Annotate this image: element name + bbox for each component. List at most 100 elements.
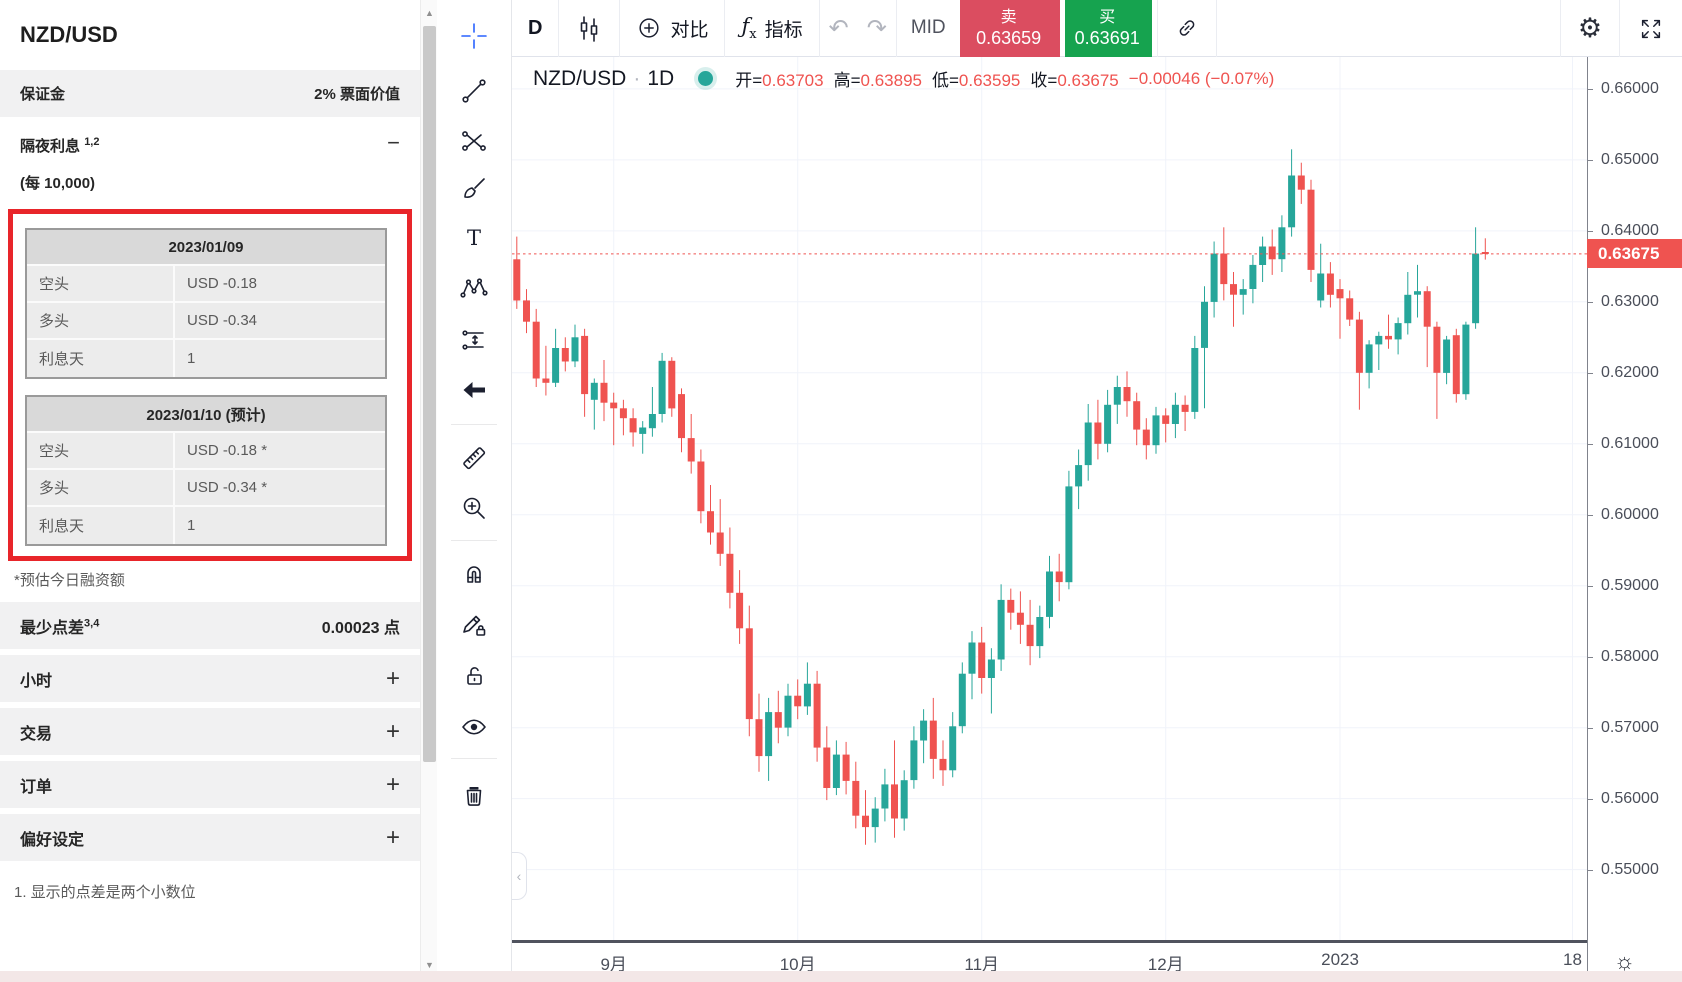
scrollbar-thumb[interactable] xyxy=(423,26,436,762)
row-label: 利息天 xyxy=(27,507,175,544)
sell-button[interactable]: 卖 0.63659 xyxy=(960,0,1060,57)
price-tick: 0.63000 xyxy=(1588,293,1682,311)
scroll-down-icon[interactable]: ▼ xyxy=(421,960,438,970)
indicators-button[interactable]: ƒx 指标 xyxy=(725,0,818,57)
tool-brush[interactable] xyxy=(451,165,497,211)
legend-interval: 1D xyxy=(647,67,674,91)
tool-lock-all[interactable] xyxy=(451,653,497,699)
tool-magnet[interactable] xyxy=(451,550,497,596)
legend-high: 高=0.63895 xyxy=(834,66,922,91)
price-tick: 0.57000 xyxy=(1588,719,1682,737)
min-spread-label: 最少点差3,4 xyxy=(20,614,99,638)
chart-legend: NZD/USD · 1D 开=0.63703 高=0.63895 低=0.635… xyxy=(533,66,1284,91)
price-tick: 0.55000 xyxy=(1588,861,1682,879)
tool-hide-all[interactable] xyxy=(451,704,497,750)
fullscreen-button[interactable] xyxy=(1620,0,1682,57)
toolbar-collapse-tab[interactable]: ‹ xyxy=(512,852,527,900)
fx-icon: ƒx xyxy=(741,14,756,42)
price-tick: 0.60000 xyxy=(1588,506,1682,524)
bottom-partial-row xyxy=(0,971,1682,982)
price-tick: 0.61000 xyxy=(1588,435,1682,453)
trend-line-icon xyxy=(460,77,488,105)
indicators-label: 指标 xyxy=(765,15,803,42)
redo-icon[interactable]: ↷ xyxy=(858,14,896,43)
price-tick: 0.62000 xyxy=(1588,364,1682,382)
magnet-icon xyxy=(460,559,488,587)
chart-plot-area[interactable] xyxy=(512,57,1587,942)
tool-drawing-mode-lock[interactable] xyxy=(451,602,497,648)
row-value: 1 xyxy=(175,507,385,544)
time-axis-line xyxy=(512,940,1587,943)
link-button[interactable] xyxy=(1158,0,1216,57)
section-orders[interactable]: 订单 + xyxy=(0,761,420,808)
tool-zoom-in[interactable] xyxy=(451,485,497,531)
text-tool-icon: T xyxy=(460,224,488,252)
row-label: 利息天 xyxy=(27,340,175,377)
price-tick: 0.65000 xyxy=(1588,151,1682,169)
drawing-toolbar: T xyxy=(437,0,512,982)
plus-circle-icon xyxy=(636,15,662,41)
trading-app: NZD/USD 保证金 2% 票面价值 隔夜利息 1,2 − (每 10,000… xyxy=(0,0,1682,982)
compare-label: 对比 xyxy=(670,15,708,42)
forecast-icon xyxy=(460,326,488,354)
overnight-collapse-button[interactable]: − xyxy=(387,135,400,151)
compare-button[interactable]: 对比 xyxy=(620,0,724,57)
row-label: 多头 xyxy=(27,470,175,505)
price-axis[interactable]: 0.660000.650000.640000.630000.620000.610… xyxy=(1588,57,1682,942)
interval-button[interactable]: D xyxy=(512,0,558,57)
time-tick: 2023 xyxy=(1321,950,1359,970)
table-row: 利息天 1 xyxy=(27,507,385,544)
table-row: 空头 USD -0.18 * xyxy=(27,433,385,470)
footnote-1: 1. 显示的点差是两个小数位 xyxy=(14,881,420,902)
xabcd-pattern-icon xyxy=(460,274,488,302)
row-value: 1 xyxy=(175,340,385,377)
expand-icon: + xyxy=(386,771,400,799)
margin-label: 保证金 xyxy=(20,83,65,104)
market-status-dot xyxy=(698,71,713,86)
min-spread-row: 最少点差3,4 0.00023 点 xyxy=(0,602,420,649)
undo-icon[interactable]: ↶ xyxy=(820,14,858,43)
overnight-table-estimated: 2023/01/10 (预计) 空头 USD -0.18 * 多头 USD -0… xyxy=(25,395,387,546)
section-trading[interactable]: 交易 + xyxy=(0,708,420,755)
chart-style-button[interactable] xyxy=(559,0,619,57)
overnight-sup: 1,2 xyxy=(84,136,99,148)
buy-price: 0.63691 xyxy=(1075,27,1140,49)
settings-button[interactable]: ⚙ xyxy=(1561,0,1619,57)
tool-crosshair[interactable] xyxy=(451,13,497,59)
tool-arrow-marker[interactable] xyxy=(451,367,497,413)
tool-remove-all[interactable] xyxy=(451,772,497,818)
chart-top-toolbar: D 对比 ƒx 指标 ↶ ↷ xyxy=(512,0,1682,57)
section-preferences[interactable]: 偏好设定 + xyxy=(0,814,420,861)
row-value: USD -0.18 xyxy=(175,266,385,301)
tool-xabcd-pattern[interactable] xyxy=(451,265,497,311)
bold-left-arrow-icon xyxy=(460,376,488,404)
price-tick: 0.58000 xyxy=(1588,648,1682,666)
time-tick: 18 xyxy=(1563,950,1582,970)
table-header-date: 2023/01/10 (预计) xyxy=(27,397,385,433)
overnight-highlight-box: 2023/01/09 空头 USD -0.18 多头 USD -0.34 利息天… xyxy=(8,209,412,561)
expand-icon: + xyxy=(386,824,400,852)
table-header-date: 2023/01/09 xyxy=(27,230,385,266)
tool-measure[interactable] xyxy=(451,435,497,481)
tool-gann-fib[interactable] xyxy=(451,118,497,164)
section-label: 交易 xyxy=(20,720,52,744)
crosshair-icon xyxy=(460,22,488,50)
buy-button[interactable]: 买 0.63691 xyxy=(1065,0,1152,57)
section-label: 小时 xyxy=(20,667,52,691)
mid-label: MID xyxy=(897,17,960,39)
expand-icon: + xyxy=(386,665,400,693)
tool-text[interactable]: T xyxy=(451,215,497,261)
row-label: 空头 xyxy=(27,266,175,301)
sidebar-scrollbar[interactable]: ▲ ▼ xyxy=(420,0,437,982)
legend-open: 开=0.63703 xyxy=(735,66,823,91)
legend-symbol: NZD/USD xyxy=(533,67,626,91)
candlestick-chart[interactable] xyxy=(512,57,1587,942)
section-hours[interactable]: 小时 + xyxy=(0,655,420,702)
legend-change: −0.00046 (−0.07%) xyxy=(1129,69,1275,89)
tool-forecast[interactable] xyxy=(451,317,497,363)
settings-gear-icon: ⚙ xyxy=(1578,13,1602,44)
tool-trend-line[interactable] xyxy=(451,68,497,114)
scroll-up-icon[interactable]: ▲ xyxy=(421,8,438,18)
margin-value: 2% 票面价值 xyxy=(314,83,400,104)
overnight-section: 隔夜利息 1,2 − (每 10,000) xyxy=(0,119,420,199)
